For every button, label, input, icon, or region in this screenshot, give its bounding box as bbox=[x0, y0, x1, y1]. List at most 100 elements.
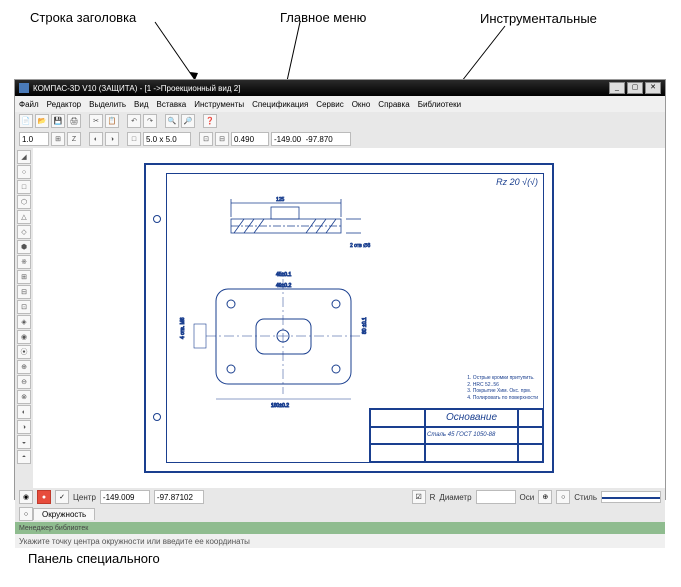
menu-tools[interactable]: Инструменты bbox=[194, 100, 244, 109]
annot-mainmenu: Главное меню bbox=[280, 10, 366, 25]
vt-7[interactable]: ※ bbox=[17, 255, 31, 269]
app-icon bbox=[19, 83, 29, 93]
menu-select[interactable]: Выделить bbox=[89, 100, 126, 109]
print-icon[interactable]: 🖨 bbox=[67, 114, 81, 128]
redo-icon[interactable]: ↷ bbox=[143, 114, 157, 128]
undo-icon[interactable]: ↶ bbox=[127, 114, 141, 128]
diam-label: Диаметр bbox=[439, 493, 471, 502]
compact-panel: ◢ ○ □ ⬡ △ ◇ ⬢ ※ ⊞ ⊟ ⊡ ◈ ◉ ⦿ ⊕ ⊖ ⊗ ◐ ◑ ◒ … bbox=[15, 148, 33, 488]
menu-insert[interactable]: Вставка bbox=[157, 100, 187, 109]
save-icon[interactable]: 💾 bbox=[51, 114, 65, 128]
coords-display bbox=[271, 132, 351, 146]
vt-13[interactable]: ⦿ bbox=[17, 345, 31, 359]
paste-icon[interactable]: 📋 bbox=[105, 114, 119, 128]
x-input[interactable] bbox=[100, 490, 150, 504]
style-dropdown[interactable] bbox=[601, 491, 661, 503]
zoomin-icon[interactable]: 🔍 bbox=[165, 114, 179, 128]
tb-btn-d[interactable]: ◑ bbox=[105, 132, 119, 146]
drawing-sheet: Rz 20 √(√) bbox=[144, 163, 554, 473]
hint-bar: Укажите точку центра окружности или введ… bbox=[15, 534, 665, 548]
grid-input[interactable] bbox=[143, 132, 191, 146]
vt-4[interactable]: △ bbox=[17, 210, 31, 224]
vt-1[interactable]: ○ bbox=[17, 165, 31, 179]
vt-16[interactable]: ⊗ bbox=[17, 390, 31, 404]
drawing-notes: 1. Острые кромки притупить. 2. HRC 52..5… bbox=[467, 375, 538, 401]
y-input[interactable] bbox=[154, 490, 204, 504]
cut-icon[interactable]: ✂ bbox=[89, 114, 103, 128]
svg-text:4 отв. М6: 4 отв. М6 bbox=[180, 317, 186, 339]
vt-9[interactable]: ⊟ bbox=[17, 285, 31, 299]
titlebar: КОМПАС-3D V10 (ЗАЩИТА) - [1 ->Проекционн… bbox=[15, 80, 665, 96]
tb-btn-f[interactable]: ⊡ bbox=[199, 132, 213, 146]
open-icon[interactable]: 📂 bbox=[35, 114, 49, 128]
vt-19[interactable]: ◒ bbox=[17, 435, 31, 449]
vt-11[interactable]: ◈ bbox=[17, 315, 31, 329]
axes-no[interactable]: ○ bbox=[556, 490, 570, 504]
style-label: Стиль bbox=[574, 493, 597, 502]
annot-toolbars: Инструментальные bbox=[480, 11, 597, 26]
menu-editor[interactable]: Редактор bbox=[47, 100, 81, 109]
canvas[interactable]: Rz 20 √(√) bbox=[33, 148, 665, 488]
vt-3[interactable]: ⬡ bbox=[17, 195, 31, 209]
menu-window[interactable]: Окно bbox=[352, 100, 371, 109]
menu-service[interactable]: Сервис bbox=[316, 100, 343, 109]
vt-0[interactable]: ◢ bbox=[17, 150, 31, 164]
vt-2[interactable]: □ bbox=[17, 180, 31, 194]
vt-5[interactable]: ◇ bbox=[17, 225, 31, 239]
vt-14[interactable]: ⊕ bbox=[17, 360, 31, 374]
tb-btn-c[interactable]: ◐ bbox=[89, 132, 103, 146]
circle-icon[interactable]: ○ bbox=[19, 507, 33, 521]
vt-20[interactable]: ◓ bbox=[17, 450, 31, 464]
center-label: Центр bbox=[73, 493, 96, 502]
vt-8[interactable]: ⊞ bbox=[17, 270, 31, 284]
help-icon[interactable]: ❓ bbox=[203, 114, 217, 128]
r-label: R bbox=[430, 493, 436, 502]
minimize-button[interactable]: _ bbox=[609, 82, 625, 94]
tb-btn-b[interactable]: Z bbox=[67, 132, 81, 146]
menu-help[interactable]: Справка bbox=[378, 100, 409, 109]
prop-btn-3[interactable]: ✓ bbox=[55, 490, 69, 504]
library-manager-bar[interactable]: Менеджер библиотек bbox=[15, 522, 665, 534]
window-title: КОМПАС-3D V10 (ЗАЩИТА) - [1 ->Проекционн… bbox=[33, 84, 240, 93]
vt-15[interactable]: ⊖ bbox=[17, 375, 31, 389]
roughness-mark: Rz 20 √(√) bbox=[496, 177, 538, 187]
technical-drawing: 125 2 отв ∅8 bbox=[176, 189, 436, 419]
vt-17[interactable]: ◐ bbox=[17, 405, 31, 419]
menubar: Файл Редактор Выделить Вид Вставка Инстр… bbox=[15, 96, 665, 112]
properties-panel: ◉ ● ✓ Центр ☑ R Диаметр Оси ⊕ ○ Стиль bbox=[15, 488, 665, 506]
svg-text:2 отв ∅8: 2 отв ∅8 bbox=[350, 243, 371, 249]
svg-text:180±0.2: 180±0.2 bbox=[271, 403, 289, 409]
tb-btn-a[interactable]: ⊞ bbox=[51, 132, 65, 146]
tb-btn-g[interactable]: ⊟ bbox=[215, 132, 229, 146]
diam-input[interactable] bbox=[476, 490, 516, 504]
maximize-button[interactable]: ▢ bbox=[627, 82, 643, 94]
vt-10[interactable]: ⊡ bbox=[17, 300, 31, 314]
prop-btn-1[interactable]: ◉ bbox=[19, 490, 33, 504]
svg-text:125: 125 bbox=[276, 197, 285, 203]
menu-file[interactable]: Файл bbox=[19, 100, 39, 109]
vt-12[interactable]: ◉ bbox=[17, 330, 31, 344]
tab-circle[interactable]: Окружность bbox=[33, 508, 95, 520]
zoom-input[interactable] bbox=[231, 132, 269, 146]
menu-spec[interactable]: Спецификация bbox=[252, 100, 308, 109]
binding-holes bbox=[150, 175, 162, 461]
axes-yes[interactable]: ⊕ bbox=[538, 490, 552, 504]
svg-text:80 ±0.1: 80 ±0.1 bbox=[362, 317, 368, 334]
props-tabs: ○ Окружность bbox=[15, 506, 665, 522]
app-window: КОМПАС-3D V10 (ЗАЩИТА) - [1 ->Проекционн… bbox=[14, 79, 666, 500]
zoomout-icon[interactable]: 🔎 bbox=[181, 114, 195, 128]
close-button[interactable]: ✕ bbox=[645, 82, 661, 94]
axes-label: Оси bbox=[520, 493, 535, 502]
title-block: Основание Сталь 45 ГОСТ 1050-88 bbox=[369, 408, 544, 463]
tb-btn-e[interactable]: □ bbox=[127, 132, 141, 146]
new-icon[interactable]: 📄 bbox=[19, 114, 33, 128]
arrow-titlebar bbox=[150, 20, 210, 85]
r-checkbox[interactable]: ☑ bbox=[412, 490, 426, 504]
menu-view[interactable]: Вид bbox=[134, 100, 148, 109]
scale-input[interactable] bbox=[19, 132, 49, 146]
prop-stop-button[interactable]: ● bbox=[37, 490, 51, 504]
vt-6[interactable]: ⬢ bbox=[17, 240, 31, 254]
menu-libs[interactable]: Библиотеки bbox=[418, 100, 461, 109]
vt-18[interactable]: ◑ bbox=[17, 420, 31, 434]
standard-toolbar: 📄 📂 💾 🖨 ✂ 📋 ↶ ↷ 🔍 🔎 ❓ bbox=[15, 112, 665, 130]
